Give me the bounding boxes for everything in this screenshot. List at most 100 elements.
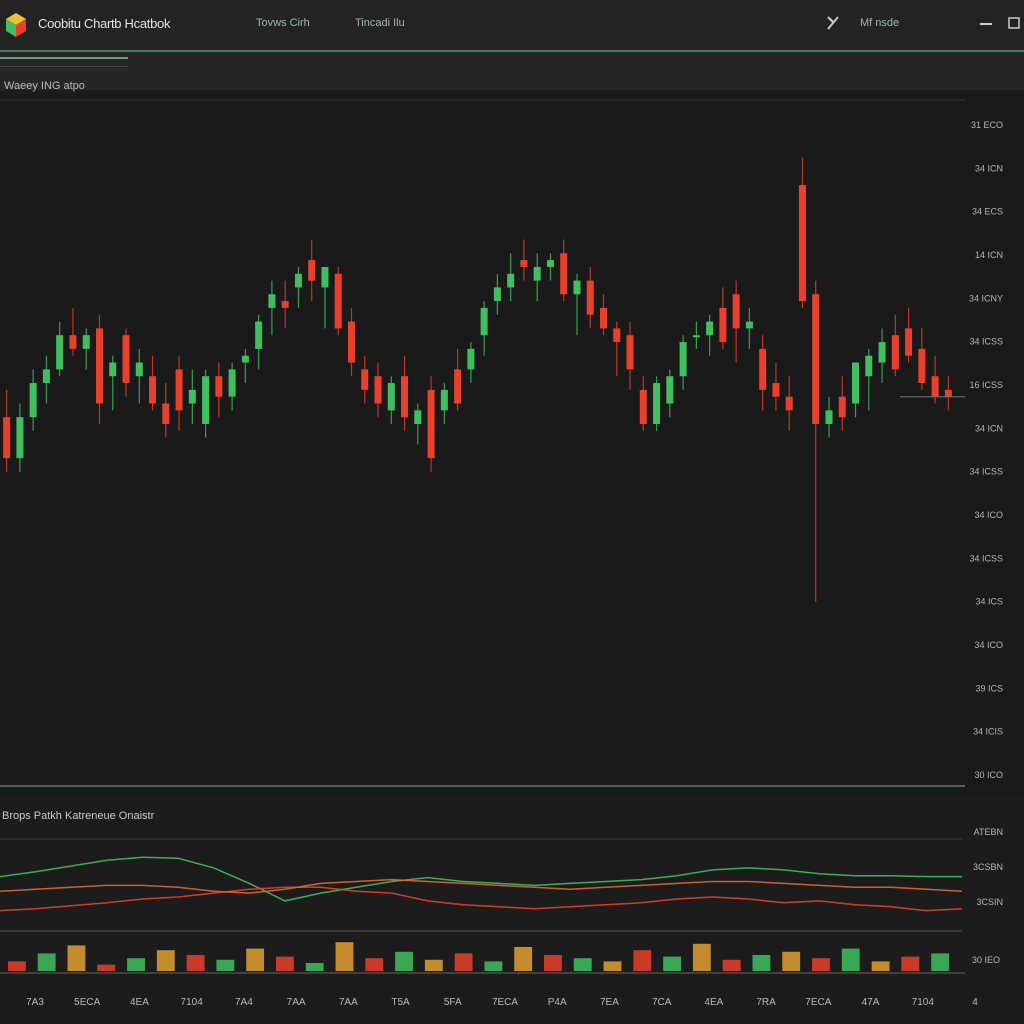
- y-tick-label: 34 ICIS: [973, 727, 1003, 737]
- candle-body: [467, 348, 475, 370]
- y-tick-label: 30 ICO: [974, 770, 1003, 780]
- x-tick-label: 7ECA: [492, 997, 518, 1008]
- x-tick-label: 7AA: [339, 997, 358, 1008]
- candle-body: [401, 376, 409, 418]
- chart-toolbar: [0, 52, 1024, 90]
- candle-body: [3, 417, 11, 459]
- candle-body: [560, 253, 568, 295]
- candle-body: [905, 328, 913, 356]
- y-tick-label: 34 ICS: [975, 597, 1003, 607]
- volume-bar: [216, 959, 235, 971]
- candle: [3, 389, 11, 472]
- candle: [600, 294, 608, 336]
- x-tick-label: 7A4: [235, 997, 253, 1008]
- candle-body: [812, 294, 820, 425]
- candle-body: [215, 376, 223, 397]
- candle-body: [149, 376, 157, 404]
- candle-body: [347, 321, 355, 363]
- volume-bar: [186, 955, 205, 971]
- volume-bar: [97, 964, 116, 971]
- candle: [878, 328, 886, 384]
- candle: [666, 369, 674, 418]
- candle-body: [679, 342, 687, 377]
- candle: [838, 376, 846, 431]
- candle: [653, 376, 661, 431]
- candle-body: [745, 321, 753, 329]
- candle: [135, 348, 143, 404]
- menu-item-tools[interactable]: Tovws Cirh: [256, 17, 310, 29]
- candle-body: [42, 369, 50, 384]
- candle: [507, 253, 515, 302]
- candle: [294, 266, 302, 308]
- candle-body: [732, 294, 740, 329]
- volume-y-tick-label: 30 IEO: [972, 955, 1000, 965]
- top-toolbar: Coobitu Chartb Hcatbok Tovws Cirh Tincad…: [0, 0, 1024, 52]
- candle-body: [573, 280, 581, 295]
- candle: [42, 355, 50, 404]
- y-tick-label: 16 ICSS: [969, 380, 1003, 390]
- volume-bar: [127, 958, 145, 971]
- active-tab-indicator[interactable]: [0, 57, 128, 67]
- volume-bar: [484, 961, 503, 971]
- x-tick-label: 7ECA: [805, 997, 831, 1008]
- volume-bar: [544, 955, 562, 971]
- draw-tool-icon[interactable]: [825, 14, 841, 32]
- menu-item-settings[interactable]: Mf nsde: [860, 17, 899, 29]
- candle: [745, 307, 753, 349]
- candle-body: [891, 335, 899, 370]
- candle: [679, 335, 687, 390]
- candle: [56, 321, 64, 377]
- candle: [573, 273, 581, 336]
- candle-body: [122, 335, 130, 384]
- y-tick-label: 31 ECO: [971, 120, 1003, 130]
- candle: [361, 355, 369, 404]
- candle: [944, 376, 952, 411]
- candle-body: [374, 376, 382, 404]
- candle-body: [188, 389, 196, 404]
- candle: [188, 369, 196, 425]
- minimize-icon[interactable]: [978, 14, 994, 32]
- candle-body: [241, 355, 249, 363]
- volume-bar: [692, 943, 711, 971]
- menu-item-indicators[interactable]: Tincadi Ilu: [355, 17, 405, 29]
- candle: [228, 362, 236, 411]
- candle: [533, 253, 541, 302]
- price-chart[interactable]: 31 ECO 34 ICN 34 ECS 14 ICN 34 ICNY 34 ICSS 16…: [0, 98, 1024, 798]
- y-tick-label: 34 ICSS: [969, 467, 1003, 477]
- candle-body: [586, 280, 594, 315]
- y-tick-label: 34 ICNY: [969, 293, 1003, 303]
- volume-bar: [812, 958, 830, 971]
- volume-bar: [931, 953, 950, 971]
- candle-body: [653, 383, 661, 425]
- candle-body: [666, 376, 674, 404]
- candle: [374, 362, 382, 418]
- volume-bar: [573, 958, 592, 971]
- candle: [16, 403, 24, 472]
- candle-body: [202, 376, 210, 425]
- candle: [321, 266, 329, 329]
- candle-body: [520, 260, 528, 267]
- candle: [626, 321, 634, 390]
- candle-body: [228, 369, 236, 397]
- candle-body: [334, 273, 342, 329]
- candle: [69, 307, 77, 356]
- y-tick-label: 34 ECS: [972, 207, 1003, 217]
- candle-body: [852, 362, 860, 404]
- candle: [215, 362, 223, 418]
- candle: [202, 369, 210, 438]
- x-tick-label: 7A3: [26, 997, 44, 1008]
- volume-chart[interactable]: 30 IEO 7A3 5ECA 4EA 7104 7A4 7AA 7AA T5A 5FA 7ECA P…: [0, 935, 1024, 1024]
- y-tick-label: 39 ICS: [975, 683, 1003, 693]
- volume-bar: [633, 950, 652, 971]
- indicator-y-tick-label: 3CSIN: [976, 897, 1003, 907]
- indicator-y-tick-label: 3CSBN: [973, 862, 1003, 872]
- y-tick-label: 34 ICSS: [969, 553, 1003, 563]
- window-icon[interactable]: [1006, 14, 1022, 32]
- candle-body: [454, 369, 462, 404]
- candle-body: [613, 328, 621, 343]
- candle: [387, 376, 395, 425]
- volume-bar: [7, 961, 26, 971]
- x-tick-label: 7AA: [287, 997, 306, 1008]
- candle-body: [785, 396, 793, 411]
- indicator-chart[interactable]: ATEBN 3CSBN 3CSIN: [0, 825, 1024, 935]
